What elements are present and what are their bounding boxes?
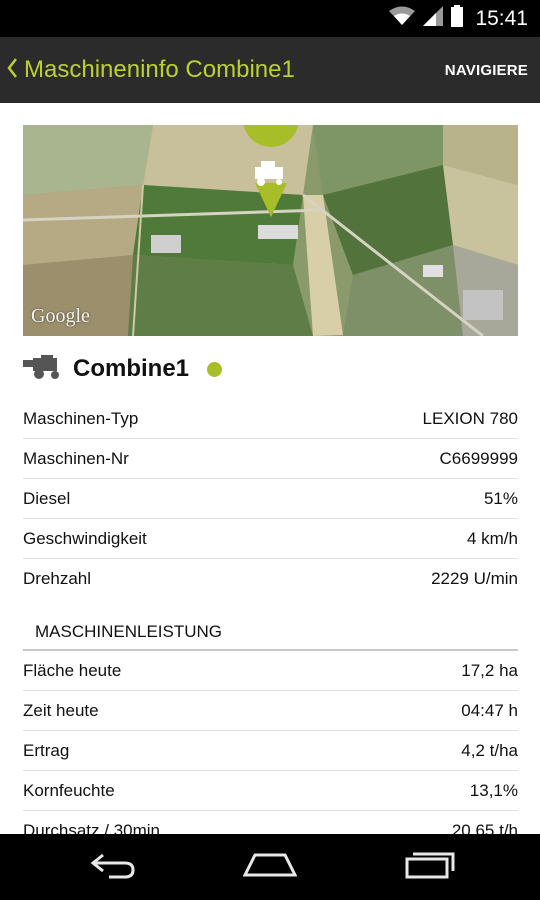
detail-value: 2229 U/min — [431, 569, 518, 588]
signal-icon — [423, 6, 444, 31]
performance-label: Ertrag — [23, 740, 70, 760]
satellite-map-image — [23, 125, 518, 336]
detail-label: Diesel — [23, 488, 71, 508]
back-button[interactable] — [63, 834, 163, 900]
action-bar: Maschineninfo Combine1 NAVIGIERE — [0, 37, 540, 103]
up-button[interactable]: Maschineninfo Combine1 — [0, 37, 295, 103]
performance-row: Ertrag 4,2 t/ha — [23, 731, 518, 771]
detail-label: Maschinen-Typ — [23, 408, 139, 428]
page-title: Maschineninfo Combine1 — [24, 56, 295, 83]
detail-row: Diesel 51% — [23, 479, 518, 519]
detail-value: 51% — [483, 488, 518, 508]
clock: 15:41 — [475, 6, 528, 30]
machine-header: Combine1 — [23, 350, 518, 388]
detail-row: Maschinen-Nr C6699999 — [23, 439, 518, 479]
detail-label: Maschinen-Nr — [23, 448, 129, 468]
detail-value: 4 km/h — [466, 528, 518, 548]
detail-row: Drehzahl 2229 U/min — [23, 559, 518, 599]
performance-value: 20,65 t/h — [451, 821, 518, 834]
performance-label: Kornfeuchte — [23, 780, 115, 800]
performance-section: MASCHINENLEISTUNG Fläche heute 17,2 ha Z… — [23, 615, 518, 834]
detail-value: C6699999 — [439, 448, 518, 468]
performance-label: Durchsatz / 30min — [23, 821, 160, 834]
chevron-left-icon — [6, 57, 18, 84]
performance-value: 17,2 ha — [461, 660, 518, 680]
map-view[interactable]: Google — [23, 125, 518, 336]
battery-icon — [451, 5, 464, 32]
performance-row: Durchsatz / 30min 20,65 t/h — [23, 811, 518, 834]
performance-row: Kornfeuchte 13,1% — [23, 771, 518, 811]
performance-row: Zeit heute 04:47 h — [23, 691, 518, 731]
content-scroll[interactable]: Google Combine1 Maschinen-Typ LEXION 780… — [0, 103, 540, 834]
wifi-icon — [389, 6, 416, 31]
system-nav-bar — [0, 834, 540, 900]
machine-name: Combine1 — [73, 355, 190, 382]
performance-row: Fläche heute 17,2 ha — [23, 651, 518, 691]
detail-row: Geschwindigkeit 4 km/h — [23, 519, 518, 559]
performance-value: 13,1% — [469, 780, 518, 800]
detail-row: Maschinen-Typ LEXION 780 — [23, 399, 518, 439]
status-icons: 15:41 — [389, 0, 528, 37]
map-attribution: Google — [31, 305, 90, 327]
performance-label: Zeit heute — [23, 700, 99, 720]
detail-value: LEXION 780 — [422, 408, 518, 428]
home-icon — [242, 853, 298, 882]
performance-value: 04:47 h — [461, 700, 518, 720]
detail-label: Drehzahl — [23, 569, 92, 588]
detail-label: Geschwindigkeit — [23, 528, 147, 548]
status-bar: 15:41 — [0, 0, 540, 37]
back-icon — [89, 851, 137, 884]
combine-harvester-icon — [23, 354, 63, 384]
machine-details: Maschinen-Typ LEXION 780 Maschinen-Nr C6… — [23, 399, 518, 599]
status-indicator — [207, 361, 223, 377]
home-button[interactable] — [220, 834, 320, 900]
recent-apps-button[interactable] — [380, 834, 480, 900]
section-title: MASCHINENLEISTUNG — [23, 615, 518, 651]
navigate-button[interactable]: NAVIGIERE — [445, 37, 528, 103]
performance-value: 4,2 t/ha — [461, 740, 518, 760]
recent-apps-icon — [405, 851, 455, 884]
performance-label: Fläche heute — [23, 660, 122, 680]
